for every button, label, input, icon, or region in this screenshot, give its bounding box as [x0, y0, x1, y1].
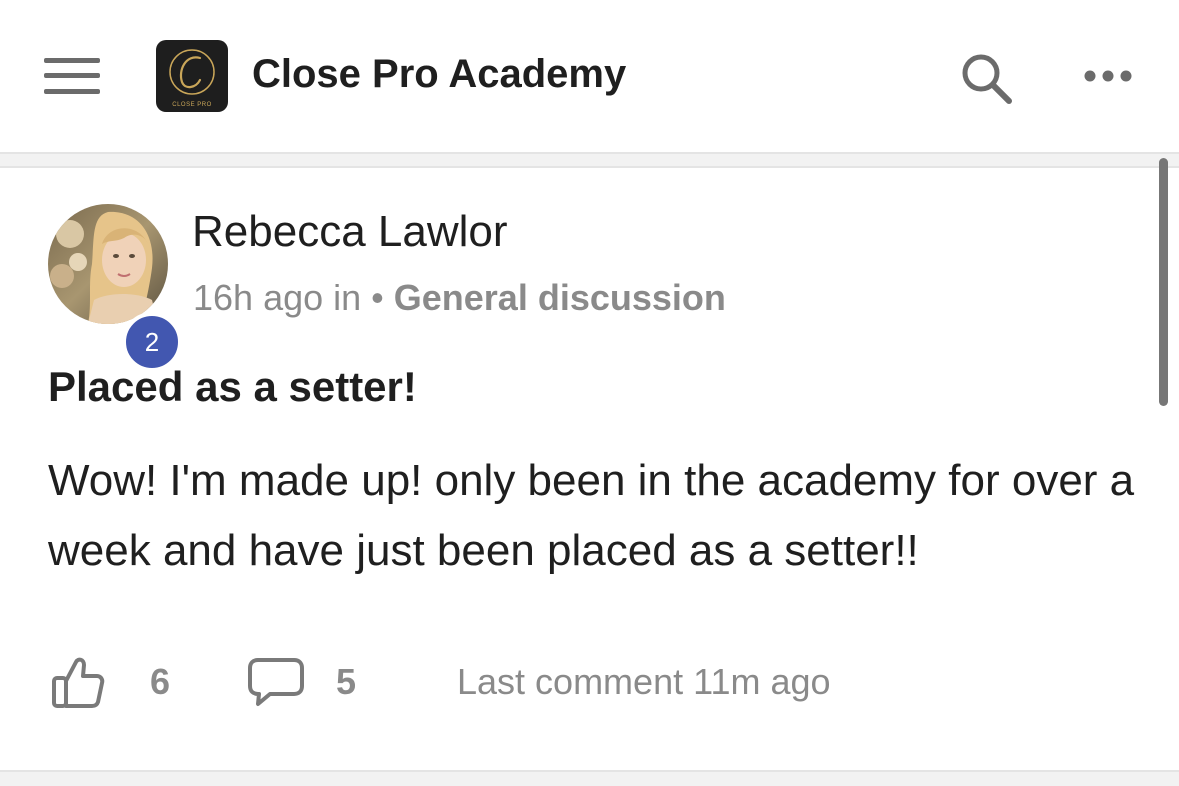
hamburger-menu-icon[interactable] — [44, 56, 100, 96]
last-comment-time: Last comment 11m ago — [457, 661, 831, 702]
avatar[interactable] — [48, 204, 168, 324]
search-icon[interactable] — [958, 50, 1014, 106]
post-card[interactable]: 2 Rebecca Lawlor 16h ago in • General disc… — [0, 168, 1179, 772]
logo-text: CLOSE PRO — [172, 102, 212, 108]
meta-separator: • — [371, 277, 384, 318]
app-logo[interactable]: CLOSE PRO — [156, 40, 228, 112]
thumbs-up-icon[interactable] — [50, 654, 106, 710]
more-horizontal-icon[interactable] — [1082, 64, 1134, 88]
category-link[interactable]: General discussion — [394, 277, 726, 318]
post-timestamp: 16h ago in — [193, 277, 362, 318]
post-body: Wow! I'm made up! only been in the acade… — [48, 456, 1135, 575]
scrollbar[interactable] — [1159, 158, 1168, 406]
like-count: 6 — [150, 661, 171, 702]
comment-bubble-icon[interactable] — [246, 656, 306, 710]
top-app-bar: CLOSE PRO Close Pro Academy — [0, 0, 1179, 152]
author-name[interactable]: Rebecca Lawlor — [192, 206, 508, 258]
logo-mark: CLOSE PRO — [169, 49, 215, 108]
app-title: Close Pro Academy — [252, 52, 627, 96]
section-divider — [0, 152, 1179, 168]
post-meta: 16h ago in • General discussion — [193, 276, 726, 320]
comment-count: 5 — [336, 661, 357, 702]
post-actions: 6 5 Last comment 11m ago — [0, 648, 1179, 718]
post-title[interactable]: Placed as a setter! — [48, 362, 417, 412]
author-avatar-group[interactable]: 2 — [48, 204, 182, 372]
section-divider-bottom — [0, 770, 1179, 786]
